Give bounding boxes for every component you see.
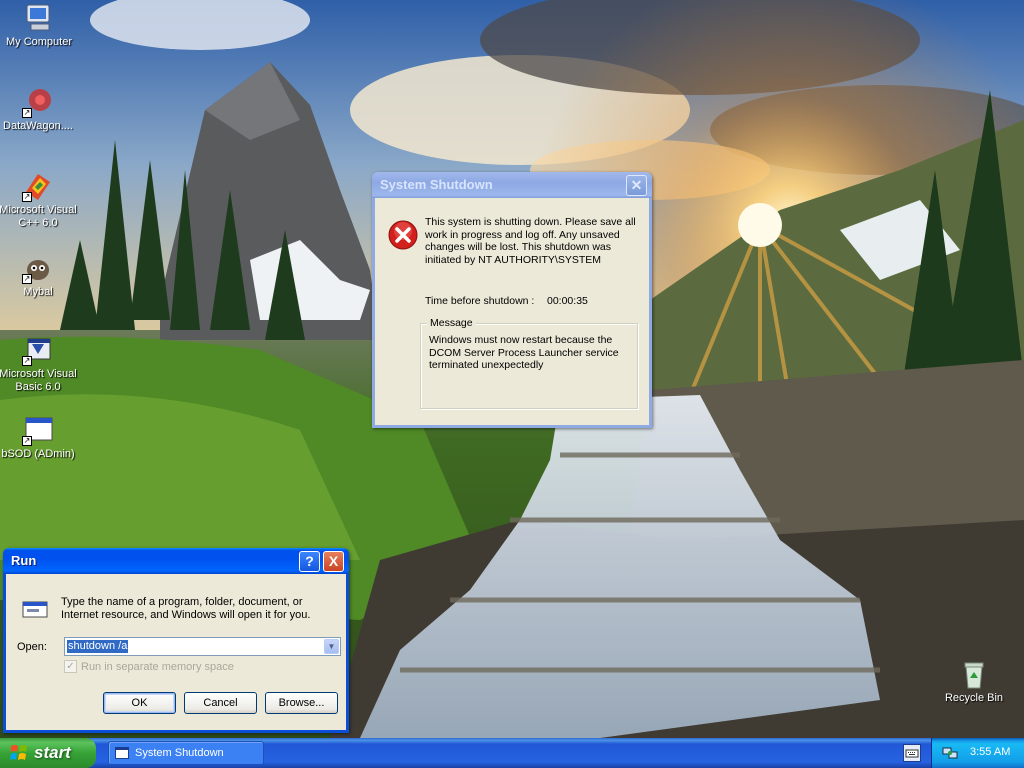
checkmark-icon: ✓ [66, 661, 75, 672]
taskbar-item-system-shutdown[interactable]: System Shutdown [108, 741, 264, 765]
shortcut-arrow-icon: ↗ [22, 192, 32, 202]
shutdown-countdown: 00:00:35 [547, 295, 588, 307]
start-label: start [34, 743, 71, 762]
message-line: Windows must now restart because the [429, 334, 613, 346]
desktop-icon-label: Microsoft Visual C++ 6.0 [0, 204, 77, 229]
run-title: Run [11, 553, 37, 568]
taskbar: start System Shutdown 3:55 AM [0, 738, 1024, 768]
desktop-icon-visual-basic[interactable]: ↗ Microsoft Visual Basic 6.0 [0, 334, 78, 394]
run-dialog[interactable]: Run ? X Type the name of a program, fold… [3, 548, 349, 733]
shutdown-message-text: Windows must now restart because the DCO… [429, 334, 619, 372]
desktop-icon-datawagon[interactable]: ↗ DataWagon.... [0, 86, 78, 133]
warning-line: This system is shutting down. Please sav… [425, 216, 636, 228]
system-tray: 3:55 AM [931, 738, 1024, 768]
ok-button[interactable]: OK [103, 692, 176, 714]
warning-line: initiated by NT AUTHORITY\SYSTEM [425, 253, 602, 266]
separate-memory-checkbox[interactable]: ✓ [64, 660, 77, 673]
desktop-icon-mybal[interactable]: ↗ Mybal [0, 252, 78, 299]
visual-cpp-icon: ↗ [22, 170, 54, 202]
shortcut-arrow-icon: ↗ [22, 274, 32, 284]
question-mark-icon: ? [305, 553, 314, 569]
shortcut-arrow-icon: ↗ [22, 356, 32, 366]
taskbar-item-label: System Shutdown [135, 747, 224, 759]
message-legend: Message [427, 317, 476, 329]
open-input[interactable]: shutdown /a [67, 640, 129, 653]
chevron-down-icon: ▼ [327, 642, 336, 651]
description-line: Internet resource, and Windows will open… [61, 609, 311, 621]
close-button[interactable]: ✕ [626, 175, 647, 196]
shortcut-arrow-icon: ↗ [22, 108, 32, 118]
desktop-icon-visual-cpp[interactable]: ↗ Microsoft Visual C++ 6.0 [0, 170, 78, 230]
message-line: terminated unexpectedly [429, 359, 544, 371]
desktop-icon-label: My Computer [5, 36, 73, 48]
desktop-icon-label: DataWagon.... [3, 120, 73, 132]
run-title-bar[interactable]: Run ? X [3, 548, 349, 574]
help-button[interactable]: ? [299, 551, 320, 572]
close-icon: ✕ [630, 177, 643, 193]
cancel-button[interactable]: Cancel [184, 692, 257, 714]
datawagon-icon: ↗ [22, 86, 54, 118]
separate-memory-label: Run in separate memory space [81, 661, 234, 673]
close-icon: X [328, 553, 339, 569]
shutdown-warning-text: This system is shutting down. Please sav… [425, 216, 636, 266]
desktop-icon-label: Recycle Bin [944, 692, 1004, 704]
run-description: Type the name of a program, folder, docu… [61, 596, 310, 622]
desktop-icon-label: bSOD (ADmin) [1, 448, 75, 460]
program-window-icon: ↗ [22, 414, 54, 446]
warning-line: changes will be lost. This shutdown was [425, 241, 611, 253]
shutdown-title-bar[interactable]: System Shutdown ✕ [372, 172, 652, 198]
browse-button[interactable]: Browse... [265, 692, 338, 714]
desktop-icon-my-computer[interactable]: My Computer [0, 2, 79, 49]
keyboard-language-icon[interactable] [903, 744, 921, 762]
window-icon [115, 747, 129, 759]
close-button[interactable]: X [323, 551, 344, 572]
dropdown-button[interactable]: ▼ [324, 639, 339, 654]
network-icon[interactable] [942, 745, 958, 761]
desktop-icon-label: Microsoft Visual Basic 6.0 [0, 368, 77, 393]
shortcut-arrow-icon: ↗ [22, 436, 32, 446]
visual-basic-icon: ↗ [22, 334, 54, 366]
desktop-icon-label: Mybal [23, 286, 53, 298]
mybal-icon: ↗ [22, 252, 54, 284]
clock[interactable]: 3:55 AM [970, 746, 1010, 758]
error-icon [387, 219, 419, 254]
run-program-icon [21, 597, 51, 624]
warning-line: work in progress and log off. Any unsave… [425, 228, 620, 241]
message-line: DCOM Server Process Launcher service [429, 346, 619, 359]
open-combobox[interactable]: shutdown /a ▼ [64, 637, 341, 656]
desktop-icon-recycle-bin[interactable]: Recycle Bin [934, 658, 1014, 705]
shutdown-title: System Shutdown [380, 177, 493, 192]
time-before-shutdown-label: Time before shutdown : [425, 295, 535, 307]
recycle-bin-icon [958, 658, 990, 690]
system-shutdown-dialog[interactable]: System Shutdown ✕ This system is shuttin… [372, 172, 652, 428]
desktop-icon-bsod-admin[interactable]: ↗ bSOD (ADmin) [0, 414, 78, 461]
description-line: Type the name of a program, folder, docu… [61, 596, 303, 608]
windows-logo-icon [10, 744, 28, 762]
open-label: Open: [17, 641, 47, 653]
start-button[interactable]: start [0, 738, 96, 768]
computer-icon [23, 2, 55, 34]
